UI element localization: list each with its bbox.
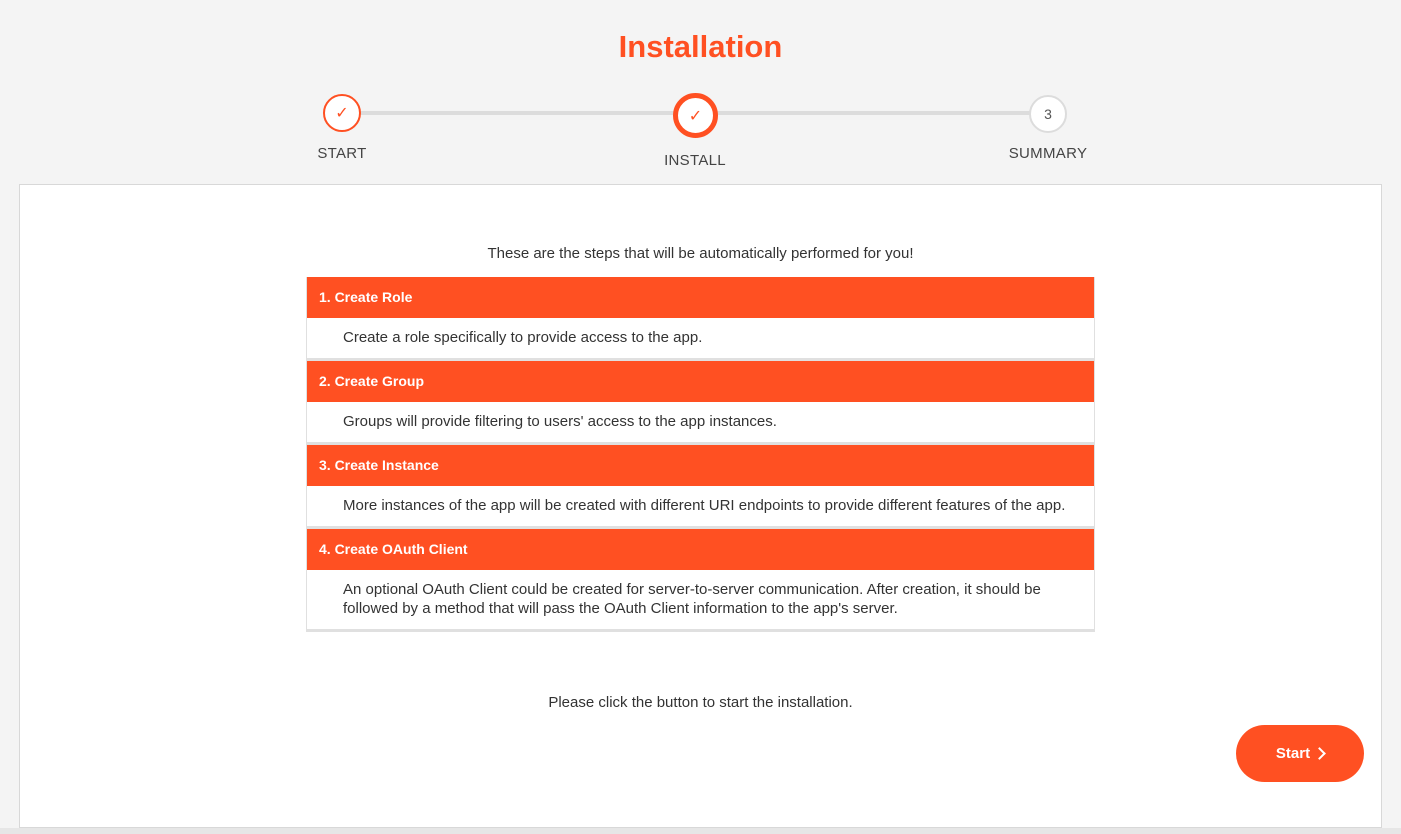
step-title: 2. Create Group bbox=[307, 361, 1094, 402]
step-description: More instances of the app will be create… bbox=[307, 486, 1094, 526]
step-title: 1. Create Role bbox=[307, 277, 1094, 318]
step-description: Groups will provide filtering to users' … bbox=[307, 402, 1094, 442]
list-item: 1. Create Role Create a role specificall… bbox=[307, 277, 1094, 361]
list-item: 2. Create Group Groups will provide filt… bbox=[307, 361, 1094, 445]
intro-text: These are the steps that will be automat… bbox=[487, 245, 914, 262]
bottom-edge bbox=[0, 828, 1401, 834]
start-button-label: Start bbox=[1275, 745, 1311, 762]
chevron-right-icon bbox=[1313, 747, 1326, 760]
install-steps-list: 1. Create Role Create a role specificall… bbox=[306, 277, 1095, 632]
step-title: 3. Create Instance bbox=[307, 445, 1094, 486]
step-description: Create a role specifically to provide ac… bbox=[307, 318, 1094, 358]
outro-text: Please click the button to start the ins… bbox=[548, 694, 853, 711]
step-title: 4. Create OAuth Client bbox=[307, 529, 1094, 570]
list-item: 4. Create OAuth Client An optional OAuth… bbox=[307, 529, 1094, 632]
step-install-label: INSTALL bbox=[664, 152, 726, 169]
installation-stepper: ✓ START ✓ INSTALL 3 SUMMARY bbox=[0, 0, 1401, 180]
start-button[interactable]: Start bbox=[1236, 725, 1364, 782]
step-start-check-icon: ✓ bbox=[323, 94, 361, 132]
list-item: 3. Create Instance More instances of the… bbox=[307, 445, 1094, 529]
step-install-check-icon: ✓ bbox=[673, 93, 718, 138]
step-summary-number: 3 bbox=[1029, 95, 1067, 133]
step-description: An optional OAuth Client could be create… bbox=[307, 570, 1094, 629]
installation-card: These are the steps that will be automat… bbox=[19, 184, 1382, 828]
step-start-label: START bbox=[317, 145, 367, 162]
step-summary-label: SUMMARY bbox=[1008, 145, 1088, 162]
